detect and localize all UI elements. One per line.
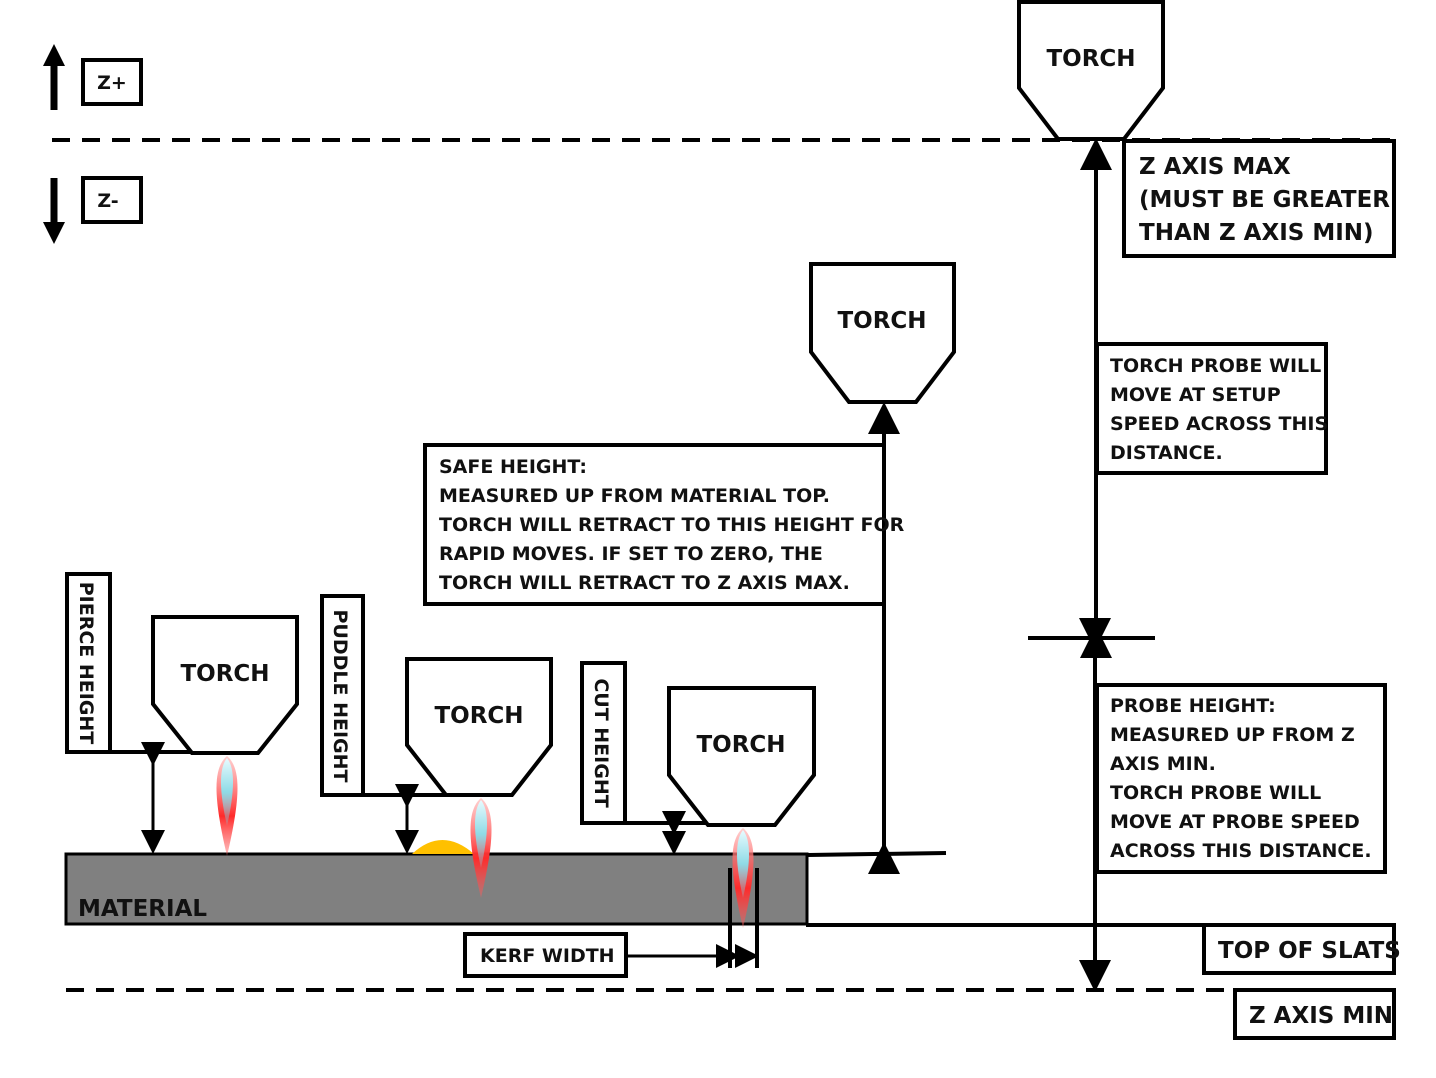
setup-speed-line-2: MOVE AT SETUP — [1110, 384, 1281, 406]
puddle-torch-label: TORCH — [434, 703, 523, 729]
pierce-height-label: PIERCE HEIGHT — [75, 582, 97, 745]
z-axis-min-callout: Z AXIS MIN — [1233, 988, 1396, 1040]
torch-at-safe-height: TORCH — [809, 262, 956, 404]
safe-height-line-3: TORCH WILL RETRACT TO THIS HEIGHT FOR — [439, 514, 905, 536]
molten-puddle-shape — [412, 840, 474, 854]
puddle-height-label: PUDDLE HEIGHT — [329, 609, 351, 782]
kerf-width-label: KERF WIDTH — [480, 945, 615, 967]
safe-height-line-1: SAFE HEIGHT: — [439, 456, 587, 478]
probe-height-line-6: ACROSS THIS DISTANCE. — [1110, 840, 1372, 862]
top-of-slats-label: TOP OF SLATS — [1218, 938, 1401, 964]
down-arrowhead-icon — [43, 222, 65, 244]
z-axis-max-line-1: Z AXIS MAX — [1139, 154, 1291, 180]
pierce-torch-label: TORCH — [180, 661, 269, 687]
probe-height-line-3: AXIS MIN. — [1110, 753, 1216, 775]
safe-height-line-5: TORCH WILL RETRACT TO Z AXIS MAX. — [439, 572, 850, 594]
material-label: MATERIAL — [78, 896, 207, 922]
cut-torch-label: TORCH — [696, 732, 785, 758]
setup-speed-line-1: TORCH PROBE WILL — [1110, 355, 1321, 377]
z-axis-max-line-3: THAN Z AXIS MIN) — [1139, 220, 1374, 246]
z-axis-max-callout: Z AXIS MAX (MUST BE GREATER THAN Z AXIS … — [1122, 139, 1396, 258]
probe-height-line-4: TORCH PROBE WILL — [1110, 782, 1321, 804]
probe-height-callout: PROBE HEIGHT: MEASURED UP FROM Z AXIS MI… — [1095, 683, 1387, 874]
torch-at-z-max: TORCH — [1017, 0, 1165, 141]
probe-height-line-1: PROBE HEIGHT: — [1110, 695, 1276, 717]
torch-label: TORCH — [1046, 46, 1135, 72]
probe-height-line-5: MOVE AT PROBE SPEED — [1110, 811, 1360, 833]
setup-speed-line-3: SPEED ACROSS THIS — [1110, 413, 1328, 435]
material-block: MATERIAL — [64, 852, 809, 926]
setup-speed-callout: TORCH PROBE WILL MOVE AT SETUP SPEED ACR… — [1095, 342, 1328, 475]
safe-height-line-4: RAPID MOVES. IF SET TO ZERO, THE — [439, 543, 823, 565]
material-top-extension — [807, 851, 947, 857]
setup-speed-line-4: DISTANCE. — [1110, 442, 1223, 464]
probe-height-line-2: MEASURED UP FROM Z — [1110, 724, 1355, 746]
top-of-slats-callout: TOP OF SLATS — [1202, 923, 1401, 975]
torch-label: TORCH — [837, 308, 926, 334]
up-arrowhead-icon — [43, 44, 65, 66]
z-minus-label: Z- — [97, 190, 118, 212]
torch-height-diagram: Z+ Z- TORCH Z AXIS MAX (MUST BE GREATER … — [43, 0, 1401, 1040]
cut-height-label: CUT HEIGHT — [590, 678, 612, 807]
z-minus-indicator: Z- — [43, 176, 143, 244]
pierce-flame-icon — [216, 756, 238, 856]
safe-height-line-2: MEASURED UP FROM MATERIAL TOP. — [439, 485, 830, 507]
safe-height-callout: SAFE HEIGHT: MEASURED UP FROM MATERIAL T… — [423, 443, 905, 606]
pierce-height-group: PIERCE HEIGHT TORCH — [65, 572, 299, 856]
z-plus-label: Z+ — [97, 72, 127, 94]
z-axis-max-line-2: (MUST BE GREATER — [1139, 187, 1390, 213]
z-axis-min-label: Z AXIS MIN — [1249, 1003, 1393, 1029]
z-plus-indicator: Z+ — [43, 44, 143, 110]
